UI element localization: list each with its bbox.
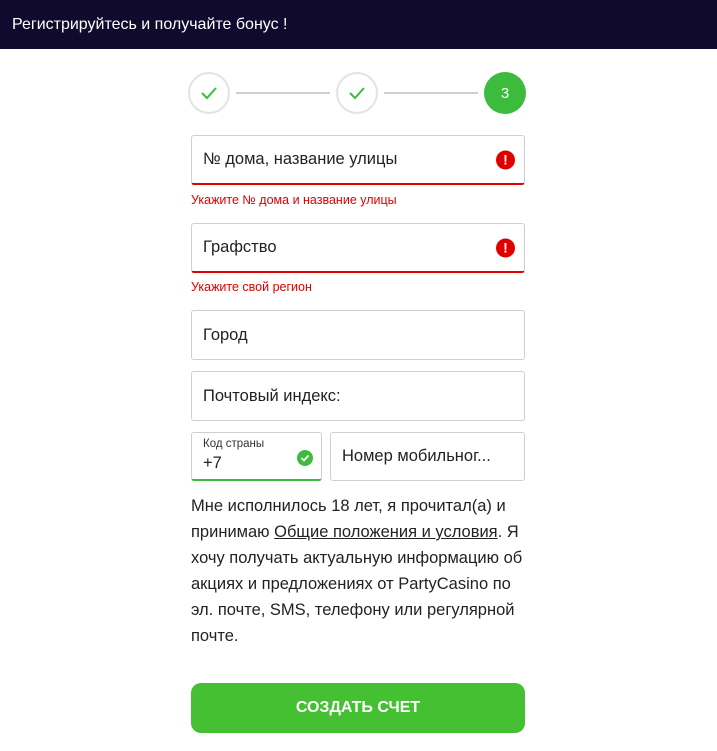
step-connector — [236, 92, 330, 94]
city-input[interactable]: Город — [191, 310, 525, 360]
header-banner: Регистрируйтесь и получайте бонус ! — [0, 0, 717, 49]
check-icon — [349, 87, 365, 100]
create-account-button[interactable]: СОЗДАТЬ СЧЕТ — [191, 683, 525, 733]
step-1-complete — [188, 72, 230, 114]
check-circle-icon — [297, 450, 313, 466]
country-code-label: Код страны — [203, 438, 265, 450]
error-icon: ! — [496, 238, 515, 257]
street-error-message: Укажите № дома и название улицы — [191, 193, 397, 207]
step-2-complete — [336, 72, 378, 114]
mobile-number-input[interactable]: Номер мобильног... — [330, 432, 525, 481]
progress-stepper: 3 — [188, 72, 526, 114]
city-text: Город — [203, 325, 248, 344]
terms-text-after: . Я хочу получать актуальную информацию … — [191, 523, 523, 645]
terms-conditions-link[interactable]: Общие положения и условия — [274, 523, 497, 541]
create-account-label: СОЗДАТЬ СЧЕТ — [295, 699, 421, 716]
country-code-input[interactable]: Код страны +7 — [191, 432, 322, 481]
country-code-value: +7 — [203, 454, 222, 472]
header-title: Регистрируйтесь и получайте бонус ! — [12, 16, 288, 33]
terms-consent-text: Мне исполнилось 18 лет, я прочитал(а) и … — [191, 493, 531, 649]
step-3-active: 3 — [484, 72, 526, 114]
error-icon: ! — [496, 150, 515, 169]
postcode-input[interactable]: Почтовый индекс: — [191, 371, 525, 421]
county-text: Графство — [203, 238, 277, 256]
county-input[interactable]: Графство ! — [191, 223, 525, 273]
step-3-label: 3 — [500, 84, 510, 102]
mobile-number-placeholder: Номер мобильног... — [342, 447, 491, 465]
county-error-message: Укажите свой регион — [191, 280, 312, 294]
step-connector — [384, 92, 478, 94]
check-icon — [201, 87, 217, 100]
street-address-text: № дома, название улицы — [203, 150, 398, 168]
postcode-text: Почтовый индекс: — [203, 386, 341, 405]
street-address-input[interactable]: № дома, название улицы ! — [191, 135, 525, 185]
